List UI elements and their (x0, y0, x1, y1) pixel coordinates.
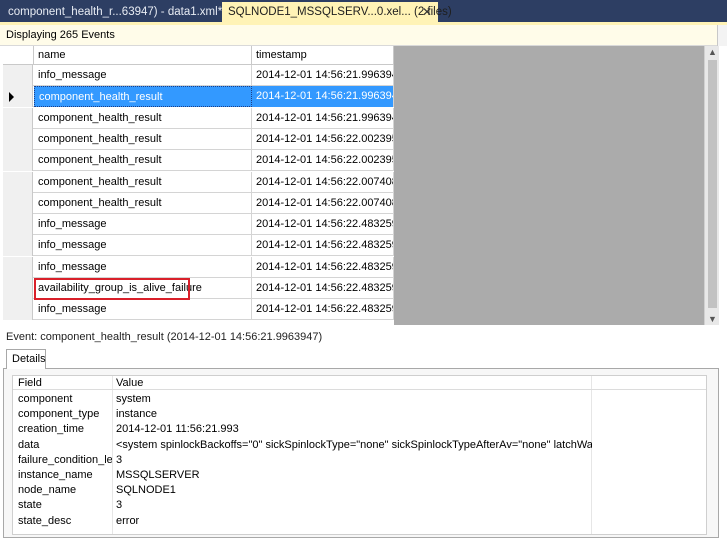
detail-row[interactable]: state_desc error (13, 514, 706, 529)
cell-timestamp[interactable]: 2014-12-01 14:56:22.0023951 (252, 150, 394, 172)
row-selector[interactable] (3, 256, 33, 278)
column-header-timestamp[interactable]: timestamp (252, 46, 394, 65)
close-icon[interactable]: ✕ (422, 2, 432, 22)
cell-name[interactable]: component_health_result (34, 150, 252, 172)
row-selector[interactable] (3, 235, 33, 257)
row-selector[interactable] (3, 150, 33, 172)
row-selector[interactable] (3, 107, 33, 129)
details-header: Field Value (13, 376, 706, 390)
cell-name[interactable]: component_health_result (34, 86, 252, 108)
cell-timestamp[interactable]: 2014-12-01 14:56:21.9963947 (252, 86, 394, 108)
cell-timestamp[interactable]: 2014-12-01 14:56:22.4832591 (252, 278, 394, 299)
row-selector[interactable] (3, 214, 33, 236)
cell-name[interactable]: component_health_result (34, 107, 252, 129)
events-grid: name timestamp info_message 2014-12-01 14… (3, 46, 394, 325)
details-grid: Field Value component system component_typ… (12, 375, 707, 535)
events-grid-area: name timestamp info_message 2014-12-01 14… (3, 46, 719, 325)
cell-timestamp[interactable]: 2014-12-01 14:56:21.9963947 (252, 107, 394, 129)
cell-timestamp[interactable]: 2014-12-01 14:56:22.0074081 (252, 171, 394, 193)
current-row-arrow-icon (9, 92, 14, 103)
detail-field: state (18, 499, 42, 512)
table-row[interactable]: info_message 2014-12-01 14:56:22.4832591 (3, 256, 394, 278)
grid-vertical-scrollbar[interactable]: ▲ ▼ (704, 46, 719, 325)
detail-field: component_type (18, 408, 100, 421)
cell-name[interactable]: info_message (34, 65, 252, 86)
row-selector[interactable] (3, 128, 33, 150)
detail-value: 3 (116, 499, 123, 512)
tab-sqlnode1-xel[interactable]: SQLNODE1_MSSQLSERV...0.xel... (2 files) … (222, 2, 452, 22)
detail-value: instance (116, 408, 157, 421)
cell-timestamp[interactable]: 2014-12-01 14:56:22.0023951 (252, 128, 394, 150)
detail-value: SQLNODE1 (116, 484, 176, 497)
row-selector[interactable] (3, 192, 33, 214)
row-header-corner (3, 46, 34, 65)
grid-header: name timestamp (3, 46, 394, 65)
scroll-up-icon[interactable]: ▲ (708, 47, 717, 57)
scroll-down-icon[interactable]: ▼ (708, 314, 717, 324)
table-row[interactable]: component_health_result 2014-12-01 14:56:… (3, 171, 394, 193)
detail-row[interactable]: component_type instance (13, 407, 706, 422)
cell-name[interactable]: info_message (34, 214, 252, 236)
detail-field: instance_name (18, 469, 93, 481)
table-row[interactable]: info_message 2014-12-01 14:56:22.4832591 (3, 214, 394, 236)
detail-row[interactable]: component system (13, 392, 706, 407)
column-header-field[interactable]: Field (18, 376, 42, 390)
detail-value: MSSQLSERVER (116, 469, 200, 481)
row-selector[interactable] (3, 278, 33, 299)
document-tab-bar: component_health_r...63947) - data1.xml*… (0, 0, 727, 22)
cell-timestamp[interactable]: 2014-12-01 14:56:22.0074081 (252, 192, 394, 214)
detail-value: <system spinlockBackoffs="0" sickSpinloc… (116, 438, 592, 451)
table-row[interactable]: component_health_result 2014-12-01 14:56:… (3, 86, 394, 108)
cell-name[interactable]: info_message (34, 235, 252, 257)
row-selector[interactable] (3, 65, 33, 86)
tab-label: SQLNODE1_MSSQLSERV...0.xel... (2 files) (228, 6, 452, 18)
detail-row[interactable]: node_name SQLNODE1 (13, 483, 706, 498)
cell-name[interactable]: component_health_result (34, 128, 252, 150)
detail-row[interactable]: failure_condition_le... 3 (13, 453, 706, 468)
scrollbar-thumb[interactable] (708, 60, 717, 308)
detail-field: state_desc (18, 514, 72, 527)
tab-data1-xml[interactable]: component_health_r...63947) - data1.xml* (2, 2, 228, 22)
highlight-annotation-box (34, 278, 190, 300)
detail-value: 2014-12-01 11:56:21.993 (116, 423, 239, 436)
row-selector[interactable] (3, 299, 33, 321)
tab-details[interactable]: Details (6, 349, 46, 369)
cell-name[interactable]: component_health_result (34, 192, 252, 214)
detail-field: creation_time (18, 423, 85, 436)
row-selector[interactable] (3, 86, 33, 108)
cell-timestamp[interactable]: 2014-12-01 14:56:21.9963947 (252, 65, 394, 86)
detail-row[interactable]: state 3 (13, 498, 706, 513)
detail-row[interactable]: creation_time 2014-12-01 11:56:21.993 (13, 422, 706, 437)
detail-value: 3 (116, 453, 123, 466)
detail-value: error (116, 514, 140, 527)
cell-name[interactable]: component_health_result (34, 171, 252, 193)
table-row[interactable]: component_health_result 2014-12-01 14:56:… (3, 150, 394, 172)
table-row[interactable]: info_message 2014-12-01 14:56:22.4832591 (3, 235, 394, 257)
event-count-bar: Displaying 265 Events (0, 25, 727, 46)
table-row[interactable]: component_health_result 2014-12-01 14:56:… (3, 107, 394, 129)
detail-value: system (116, 393, 151, 405)
infobar-edge (717, 25, 727, 46)
column-header-value[interactable]: Value (116, 376, 143, 390)
detail-field: node_name (18, 484, 77, 497)
cell-name[interactable]: info_message (34, 299, 252, 321)
cell-timestamp[interactable]: 2014-12-01 14:56:22.4832591 (252, 235, 394, 257)
cell-timestamp[interactable]: 2014-12-01 14:56:22.4832591 (252, 214, 394, 236)
cell-timestamp[interactable]: 2014-12-01 14:56:22.4832591 (252, 299, 394, 321)
table-row[interactable]: info_message 2014-12-01 14:56:21.9963947 (3, 65, 394, 86)
selected-event-title: Event: component_health_result (2014-12-… (6, 331, 323, 343)
cell-timestamp[interactable]: 2014-12-01 14:56:22.4832591 (252, 256, 394, 278)
column-header-name[interactable]: name (34, 46, 252, 65)
table-row[interactable]: info_message 2014-12-01 14:56:22.4832591 (3, 299, 394, 321)
detail-row[interactable]: instance_name MSSQLSERVER (13, 468, 706, 483)
cell-name[interactable]: info_message (34, 256, 252, 278)
detail-field: data (18, 438, 40, 451)
detail-row[interactable]: data <system spinlockBackoffs="0" sickSpi… (13, 438, 706, 453)
detail-field: component (18, 393, 73, 405)
detail-field: failure_condition_le... (18, 453, 112, 466)
table-row[interactable]: component_health_result 2014-12-01 14:56:… (3, 192, 394, 214)
row-selector[interactable] (3, 171, 33, 193)
table-row[interactable]: component_health_result 2014-12-01 14:56:… (3, 128, 394, 150)
